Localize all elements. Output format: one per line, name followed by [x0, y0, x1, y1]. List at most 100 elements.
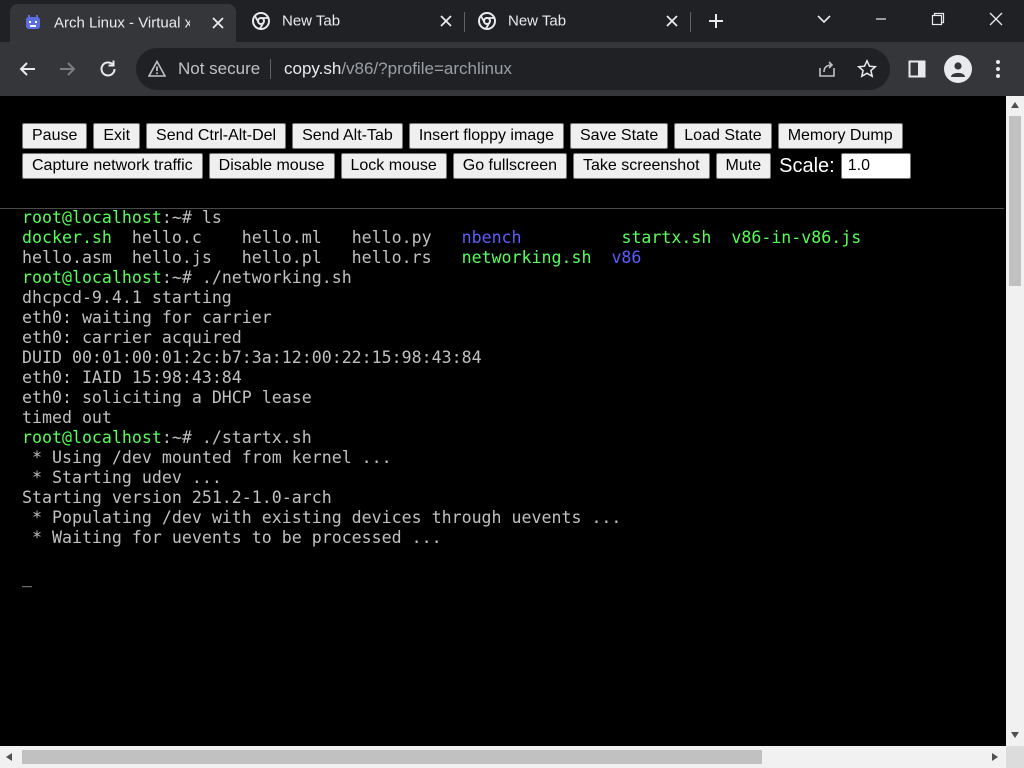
tab-title: Arch Linux - Virtual x86 [54, 14, 190, 32]
scrollbar-corner [1006, 746, 1024, 768]
terminal-text: DUID 00:01:00:01:2c:b7:3a:12:00:22:15:98… [22, 348, 482, 367]
share-button[interactable] [816, 58, 838, 80]
disable-mouse-button[interactable]: Disable mouse [208, 153, 335, 179]
close-tab-icon[interactable] [438, 13, 454, 29]
arrow-left-icon [19, 62, 35, 76]
tab-search-button[interactable] [801, 0, 847, 38]
warning-icon[interactable] [148, 60, 166, 78]
address-divider [270, 59, 271, 79]
tab-arch-linux[interactable]: Arch Linux - Virtual x86 [10, 4, 236, 42]
send-alt-tab-button[interactable]: Send Alt-Tab [292, 123, 403, 149]
emulator-controls: Pause Exit Send Ctrl-Alt-Del Send Alt-Ta… [22, 123, 962, 183]
mute-button[interactable]: Mute [715, 153, 772, 179]
close-tab-icon[interactable] [664, 13, 680, 29]
scroll-down-icon[interactable] [1011, 732, 1019, 738]
tab-new-tab-2[interactable]: New Tab [464, 0, 690, 42]
terminal-text: * Starting udev ... [22, 468, 222, 487]
save-state-button[interactable]: Save State [570, 123, 669, 149]
terminal-text: root@localhost [22, 268, 162, 287]
terminal-line: eth0: waiting for carrier [22, 308, 1002, 328]
bookmark-button[interactable] [856, 58, 878, 80]
terminal-line: * Waiting for uevents to be processed ..… [22, 528, 1002, 548]
scale-label: Scale: [779, 154, 835, 177]
terminal-text: eth0: carrier acquired [22, 328, 242, 347]
profile-avatar[interactable] [944, 55, 972, 83]
terminal-text: :~# ./networking.sh [161, 268, 352, 287]
terminal-text: :~# ./startx.sh [161, 428, 312, 447]
terminal-text: * Using /dev mounted from kernel ... [22, 448, 392, 467]
terminal-text: hello.asm hello.js hello.pl hello.rs [22, 248, 462, 267]
vertical-scrollbar[interactable] [1006, 96, 1024, 746]
close-window-button[interactable] [973, 0, 1019, 38]
terminal-text: Starting version 251.2-1.0-arch [22, 488, 332, 507]
terminal-text: v86-in-v86.js [731, 228, 862, 247]
load-state-button[interactable]: Load State [674, 123, 772, 149]
terminal-line: hello.asm hello.js hello.pl hello.rs net… [22, 248, 1002, 268]
plus-icon [709, 14, 723, 28]
chevron-down-icon [817, 15, 831, 24]
back-button[interactable] [12, 53, 44, 85]
tab-new-tab-1[interactable]: New Tab [238, 0, 464, 42]
memory-dump-button[interactable]: Memory Dump [777, 123, 903, 149]
terminal-text: startx.sh [621, 228, 712, 247]
terminal-line: eth0: carrier acquired [22, 328, 1002, 348]
chrome-icon [252, 12, 270, 30]
forward-button[interactable] [51, 53, 83, 85]
reload-button[interactable] [92, 53, 124, 85]
terminal-line: eth0: IAID 15:98:43:84 [22, 368, 1002, 388]
horizontal-scroll-thumb[interactable] [22, 750, 762, 764]
take-screenshot-button[interactable]: Take screenshot [573, 153, 710, 179]
new-tab-button[interactable] [693, 2, 739, 40]
vertical-scroll-thumb[interactable] [1009, 116, 1021, 286]
terminal-line: dhcpcd-9.4.1 starting [22, 288, 1002, 308]
insert-floppy-button[interactable]: Insert floppy image [408, 123, 564, 149]
terminal-line: * Starting udev ... [22, 468, 1002, 488]
address-bar[interactable]: Not secure copy.sh/v86/?profile=archlinu… [136, 48, 890, 90]
arrow-right-icon [60, 62, 76, 76]
terminal-line: root@localhost:~# ./networking.sh [22, 268, 1002, 288]
terminal-text: _ [22, 568, 32, 587]
url-path: /v86/?profile=archlinux [341, 59, 512, 78]
terminal-line: * Using /dev mounted from kernel ... [22, 448, 1002, 468]
scroll-right-icon[interactable] [992, 753, 998, 761]
url-host: copy.sh [284, 59, 342, 78]
terminal-text: root@localhost [22, 208, 162, 227]
url-text[interactable]: copy.sh/v86/?profile=archlinux [284, 59, 512, 79]
terminal-text: nbench [461, 228, 522, 247]
terminal-line: * Populating /dev with existing devices … [22, 508, 1002, 528]
horizontal-scrollbar[interactable] [0, 746, 1006, 768]
terminal-line: eth0: soliciting a DHCP lease [22, 388, 1002, 408]
terminal-line: _ [22, 568, 1002, 588]
tab-divider [690, 12, 691, 32]
menu-button[interactable] [982, 53, 1014, 85]
reload-icon [100, 60, 116, 77]
emulator-screen[interactable]: root@localhost:~# ls docker.sh hello.c he… [22, 208, 1002, 588]
capture-network-button[interactable]: Capture network traffic [22, 153, 203, 179]
v86-app-icon [26, 15, 40, 29]
lock-mouse-button[interactable]: Lock mouse [340, 153, 447, 179]
pause-button[interactable]: Pause [22, 123, 88, 149]
scroll-left-icon[interactable] [6, 753, 12, 761]
terminal-text: eth0: waiting for carrier [22, 308, 272, 327]
tab-title: New Tab [282, 12, 341, 30]
tab-title: New Tab [508, 12, 567, 30]
terminal-text: root@localhost [22, 428, 162, 447]
scale-input[interactable] [840, 153, 911, 179]
close-tab-icon[interactable] [210, 15, 226, 31]
terminal-line: docker.sh hello.c hello.ml hello.py nben… [22, 228, 1002, 248]
go-fullscreen-button[interactable]: Go fullscreen [452, 153, 568, 179]
scroll-up-icon[interactable] [1011, 102, 1019, 108]
terminal-line: root@localhost:~# ./startx.sh [22, 428, 1002, 448]
send-ctrl-alt-del-button[interactable]: Send Ctrl-Alt-Del [146, 123, 287, 149]
terminal-text: * Waiting for uevents to be processed ..… [22, 528, 442, 547]
restore-button[interactable] [915, 0, 961, 38]
terminal-text: docker.sh [22, 228, 112, 247]
security-status[interactable]: Not secure [178, 59, 260, 79]
side-panel-button[interactable] [901, 53, 933, 85]
person-icon [951, 62, 965, 77]
terminal-text: v86 [611, 248, 642, 267]
exit-button[interactable]: Exit [93, 123, 141, 149]
minimize-button[interactable] [858, 0, 904, 38]
